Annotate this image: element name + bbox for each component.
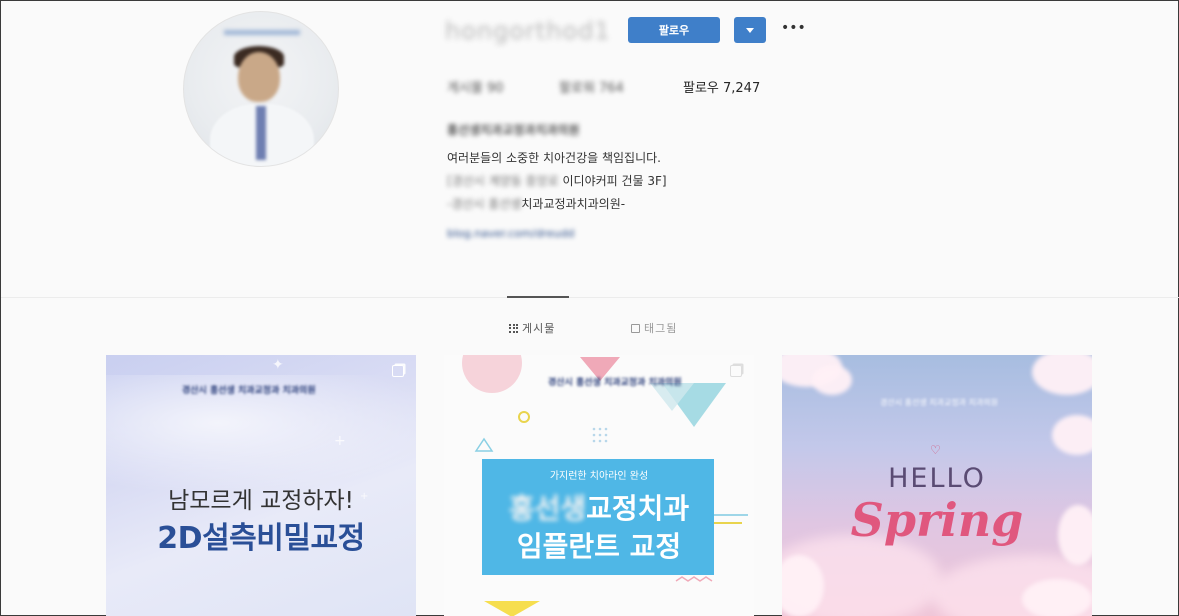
profile-username: hongorthod1 [445, 17, 611, 45]
cherry-blossom-shape [1032, 355, 1092, 395]
post-2-title-1: 홍선생교정치과 [444, 487, 754, 527]
bio-address-blurred: [경산시 계양동 중앙로 [447, 174, 559, 188]
sparkle-icon: + [334, 433, 346, 449]
post-thumbnail-2[interactable]: 경산시 홍선생 치과교정과 치과의원 가지런한 치아라인 완성 홍선생교정치과 … [444, 355, 754, 616]
bio-clinic: 치과교정과치과의원- [521, 197, 626, 211]
instagram-profile-page: hongorthod1 팔로우 ••• 게시물 90 팔로워 764 팔로우 7… [0, 0, 1179, 616]
tab-posts[interactable]: 게시물 [509, 320, 555, 336]
post-2-title-rest: 교정치과 [586, 492, 690, 525]
bio-line-1: 여러분들의 소중한 치아건강을 책임집니다. [447, 151, 661, 165]
profile-avatar[interactable] [183, 11, 339, 167]
heart-icon: ♡ [930, 443, 941, 457]
post-3-clinic-name: 경산시 홍선생 치과교정과 치과의원 [880, 398, 999, 407]
post-2-clinic-name: 경산시 홍선생 치과교정과 치과의원 [548, 378, 682, 388]
post-1-title: 2D설측비밀교정 [157, 521, 365, 556]
sparkle-icon: ✦ [272, 357, 284, 373]
profile-website-link[interactable]: blog.naver.com/dreudd [447, 227, 574, 240]
post-1-headline: 남모르게 교정하자! [168, 488, 354, 514]
post-3-spring-text: Spring [850, 493, 1024, 547]
multiple-images-icon [730, 365, 742, 377]
active-tab-indicator [507, 296, 569, 298]
profile-full-name: 홍선생치과교정과치과의원 [447, 123, 580, 137]
following-count[interactable]: 팔로우 7,247 [683, 77, 760, 96]
post-thumbnail-3[interactable]: 경산시 홍선생 치과교정과 치과의원 ♡ HELLO Spring [782, 355, 1092, 616]
avatar-face [238, 52, 280, 102]
bio-address: 이디야커피 건물 3F] [558, 174, 667, 188]
more-options-button[interactable]: ••• [781, 17, 806, 43]
cherry-blossom-shape [1022, 579, 1092, 616]
chevron-down-icon [746, 27, 754, 33]
tag-icon [631, 323, 640, 333]
tab-tagged-label: 태그됨 [644, 322, 678, 335]
tabs-divider [1, 297, 1179, 298]
bio-clinic-blurred: -경산시 홍선생 [447, 197, 522, 211]
cherry-blossom-shape [1052, 415, 1092, 455]
follow-button[interactable]: 팔로우 [628, 17, 720, 43]
post-2-subtitle: 가지런한 치아라인 완성 [549, 471, 649, 482]
bio-line-2: [경산시 계양동 중앙로 이디야커피 건물 3F] [447, 172, 667, 189]
tab-tagged[interactable]: 태그됨 [631, 320, 677, 336]
tab-posts-label: 게시물 [522, 322, 556, 335]
posts-count: 게시물 90 [447, 81, 504, 96]
avatar-logo-bar [224, 30, 300, 35]
post-thumbnail-1[interactable]: ✦ + + 경산시 홍선생 치과교정과 치과의원 남모르게 교정하자! 2D설측… [106, 355, 416, 616]
post-2-title-blurred: 홍선생 [508, 492, 587, 525]
suggested-dropdown-button[interactable] [734, 17, 766, 43]
cherry-blossom-shape [812, 365, 852, 395]
post-3-hello-text: HELLO [888, 463, 986, 494]
avatar-tie [256, 106, 266, 160]
bio-line-3: -경산시 홍선생치과교정과치과의원- [447, 195, 625, 212]
multiple-images-icon [392, 365, 404, 377]
followers-count[interactable]: 팔로워 764 [559, 77, 624, 96]
post-1-clinic-name: 경산시 홍선생 치과교정과 치과의원 [182, 386, 316, 396]
grid-icon [509, 323, 518, 333]
post-2-title-2: 임플란트 교정 [516, 530, 682, 563]
